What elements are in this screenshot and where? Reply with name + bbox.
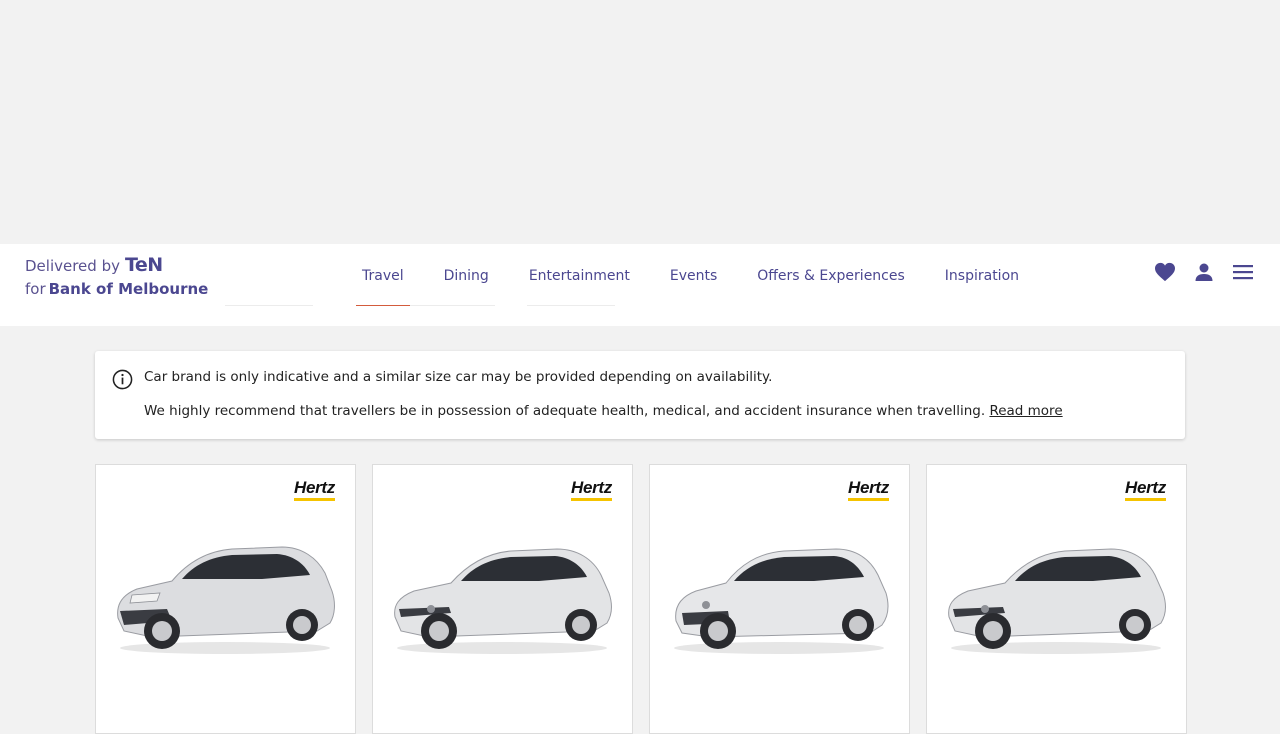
nav-inspiration[interactable]: Inspiration: [939, 244, 1025, 306]
car-image: [394, 548, 612, 654]
car-card[interactable]: Hertz: [926, 464, 1187, 734]
car-image: [117, 546, 335, 654]
nav-events[interactable]: Events: [664, 244, 723, 306]
car-card[interactable]: Hertz: [95, 464, 356, 734]
car-card[interactable]: Hertz: [372, 464, 633, 734]
hertz-logo: Hertz: [848, 478, 889, 501]
top-banner-area: [0, 0, 1280, 244]
for-text: for: [25, 280, 46, 298]
notice-line-2-text: We highly recommend that travellers be i…: [144, 403, 986, 419]
nav-travel[interactable]: Travel: [356, 244, 410, 306]
read-more-link[interactable]: Read more: [989, 403, 1062, 419]
hertz-logo: Hertz: [294, 478, 335, 501]
car-cards: Hertz Hertz Hertz Hertz: [95, 464, 1187, 734]
nav-dining[interactable]: Dining: [438, 244, 495, 306]
info-icon: [112, 369, 133, 390]
header-actions: [1154, 261, 1254, 283]
hertz-logo: Hertz: [571, 478, 612, 501]
notice-line-2: We highly recommend that travellers be i…: [144, 403, 1063, 419]
car-image: [674, 548, 889, 654]
hertz-logo: Hertz: [1125, 478, 1166, 501]
divider: [225, 305, 313, 306]
user-icon[interactable]: [1193, 261, 1215, 283]
car-card[interactable]: Hertz: [649, 464, 910, 734]
menu-icon[interactable]: [1232, 261, 1254, 283]
main-nav: Travel Dining Entertainment Events Offer…: [356, 244, 1053, 306]
car-image: [948, 548, 1166, 654]
bank-name: Bank of Melbourne: [48, 280, 209, 298]
notice-line-1: Car brand is only indicative and a simil…: [144, 369, 773, 385]
delivered-by-text: Delivered by: [25, 257, 120, 275]
nav-entertainment[interactable]: Entertainment: [523, 244, 636, 306]
brand-logo[interactable]: Delivered by TeN for Bank of Melbourne: [25, 254, 208, 301]
notice-box: Car brand is only indicative and a simil…: [95, 351, 1185, 439]
heart-icon[interactable]: [1154, 261, 1176, 283]
ten-logo: TeN: [124, 254, 163, 276]
site-header: Delivered by TeN for Bank of Melbourne Tra…: [0, 244, 1280, 326]
nav-offers-experiences[interactable]: Offers & Experiences: [751, 244, 911, 306]
